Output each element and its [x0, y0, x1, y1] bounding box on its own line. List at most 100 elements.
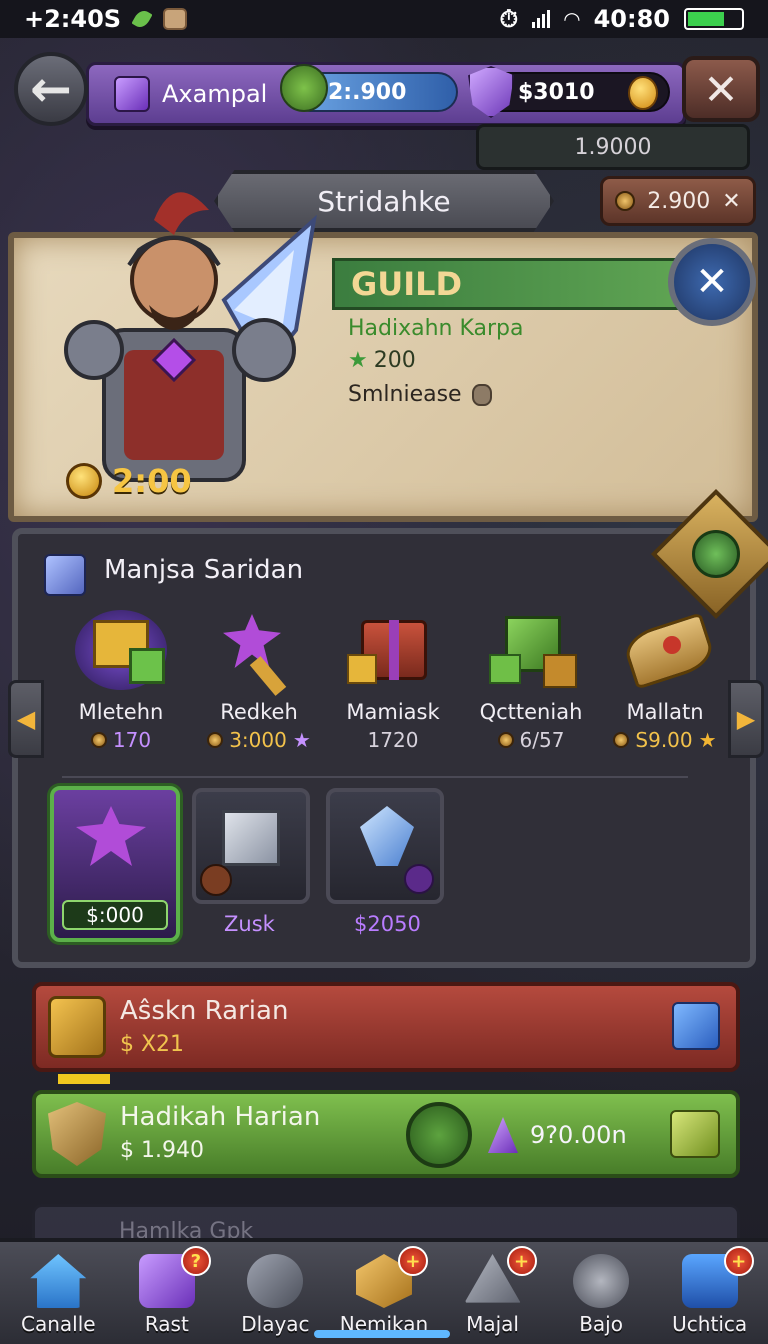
wifi-icon: ◠ [564, 7, 580, 31]
nav-item-uchtica[interactable]: Uchtica + [660, 1244, 760, 1336]
cube-icon [44, 554, 86, 596]
alarm-icon: ⏱ [499, 5, 519, 33]
shop-item[interactable]: Mallatn S9.00 ★ [600, 604, 730, 752]
green-cubes-icon [481, 604, 581, 694]
shop-item-price: 6/57 [466, 728, 596, 752]
nav-label: Rast [144, 1312, 189, 1336]
currency-bar[interactable]: $3010 [468, 66, 670, 118]
gold-crates-icon [71, 604, 171, 694]
card-slot[interactable] [192, 788, 310, 904]
card-label: Zusk [224, 912, 275, 936]
nav-badge: + [723, 1246, 754, 1276]
nav-item-dlayac[interactable]: Dlayac [225, 1244, 325, 1336]
guild-stars-value: 200 [373, 348, 416, 373]
hero-close-button[interactable]: ✕ [668, 238, 756, 326]
reward-row-value: $ 1.940 [120, 1138, 204, 1163]
nav-item-bajo[interactable]: Bajo [551, 1244, 651, 1336]
treasure-chest-icon [343, 604, 443, 694]
shop-section-title: Manjsa Saridan [104, 555, 304, 585]
shop-item-price: 3:000 ★ [194, 728, 324, 752]
reward-row-value: $ X21 [120, 1032, 185, 1057]
stone-block-icon [222, 810, 280, 866]
coin-icon [615, 191, 636, 211]
close-button[interactable]: ✕ [682, 56, 760, 122]
nav-item-home[interactable]: Canalle [8, 1244, 108, 1336]
side-chip[interactable]: 2.900 ✕ [600, 176, 756, 226]
status-clock: 40:80 [593, 5, 670, 33]
helmet-icon [247, 1254, 304, 1308]
notification-icon [163, 8, 188, 30]
shop-item[interactable]: Mletehn 170 [56, 604, 186, 752]
energy-value: 2:.900 [328, 79, 407, 105]
back-button[interactable]: ← [14, 52, 88, 126]
shop-item-name: Mamiask [346, 700, 440, 724]
claim-button[interactable] [406, 1102, 472, 1168]
guild-status-text: Smlniease [348, 382, 462, 407]
player-name-group: Axampal [114, 74, 274, 114]
guild-label: GUILD [351, 265, 463, 303]
nav-item-rast[interactable]: Rast ? [117, 1244, 217, 1336]
battery-icon [684, 8, 744, 30]
spiked-mace-icon [76, 806, 146, 866]
nav-item-majal[interactable]: Majal + [443, 1244, 543, 1336]
scroll-right-button[interactable]: ▶ [728, 680, 764, 758]
sub-resource-bar: 1.9000 [476, 124, 750, 170]
shield-crest-icon [48, 1102, 106, 1166]
nav-label: Bajo [579, 1312, 623, 1336]
star-icon: ★ [698, 728, 717, 752]
spiked-mace-icon [209, 604, 309, 696]
shop-item-price-value: 3:000 [229, 728, 287, 752]
shop-item[interactable]: Redkeh 3:000 ★ [194, 604, 324, 752]
shop-item[interactable]: Mamiask 1720 [328, 604, 458, 752]
purple-badge-icon [404, 864, 434, 894]
shop-item-name: Redkeh [220, 700, 298, 724]
active-tab-indicator [314, 1330, 450, 1338]
featured-card[interactable]: $:000 [50, 786, 180, 942]
star-icon: ★ [348, 348, 368, 373]
reward-row-cost: 9?0.00n [488, 1112, 627, 1158]
ore-icon [471, 383, 492, 406]
shop-item-name: Mletehn [78, 700, 164, 724]
hammer-icon[interactable] [670, 1110, 720, 1158]
card-price: $:000 [62, 900, 168, 930]
reward-row-title: Hadikah Harian [120, 1102, 321, 1132]
coin-icon [613, 732, 630, 748]
arrow-left-icon: ← [30, 60, 72, 118]
chevron-right-icon: ▶ [736, 705, 756, 733]
nav-label: Uchtica [672, 1312, 748, 1336]
reward-row-title: Aŝskn Rarian [120, 996, 289, 1026]
scroll-left-button[interactable]: ◀ [8, 680, 44, 758]
crystal-icon [360, 806, 414, 866]
shop-item-price-value: S9.00 [635, 728, 693, 752]
sub-resource-value: 1.9000 [574, 134, 652, 160]
card-slot[interactable] [326, 788, 444, 904]
guild-stars: ★ 200 [348, 348, 416, 373]
reward-row-red[interactable]: Aŝskn Rarian $ X21 [32, 982, 740, 1072]
guild-name: Hadixahn Karpa [348, 316, 524, 341]
home-icon [30, 1254, 87, 1308]
currency-value: $3010 [518, 79, 595, 105]
shop-item-price-value: 170 [112, 728, 152, 752]
blue-cube-icon[interactable] [672, 1002, 720, 1050]
leaf-icon [131, 7, 153, 31]
shop-item-price: 170 [56, 728, 186, 752]
nav-badge: ? [180, 1246, 211, 1276]
nav-label: Canalle [20, 1312, 96, 1336]
gold-coin-icon [66, 463, 102, 499]
nav-badge: + [506, 1246, 537, 1276]
ring-icon [573, 1254, 630, 1308]
nav-item-nemikan[interactable]: Nemikan + [334, 1244, 434, 1336]
shop-item-price-value: 1720 [367, 728, 419, 752]
chevron-left-icon: ◀ [16, 705, 36, 733]
close-icon: ✕ [722, 188, 741, 214]
side-chip-value: 2.900 [647, 188, 711, 214]
energy-bar[interactable]: 2:.900 [280, 64, 458, 112]
shop-item[interactable]: Qctteniah 6/57 [466, 604, 596, 752]
coin-icon [207, 732, 224, 748]
nav-badge: + [397, 1246, 428, 1276]
reward-row-green[interactable]: Hadikah Harian $ 1.940 9?0.00n [32, 1090, 740, 1178]
coin-icon [90, 732, 107, 748]
close-icon: ✕ [703, 64, 739, 114]
progress-tab [58, 1074, 110, 1084]
shop-item-name: Mallatn [626, 700, 704, 724]
